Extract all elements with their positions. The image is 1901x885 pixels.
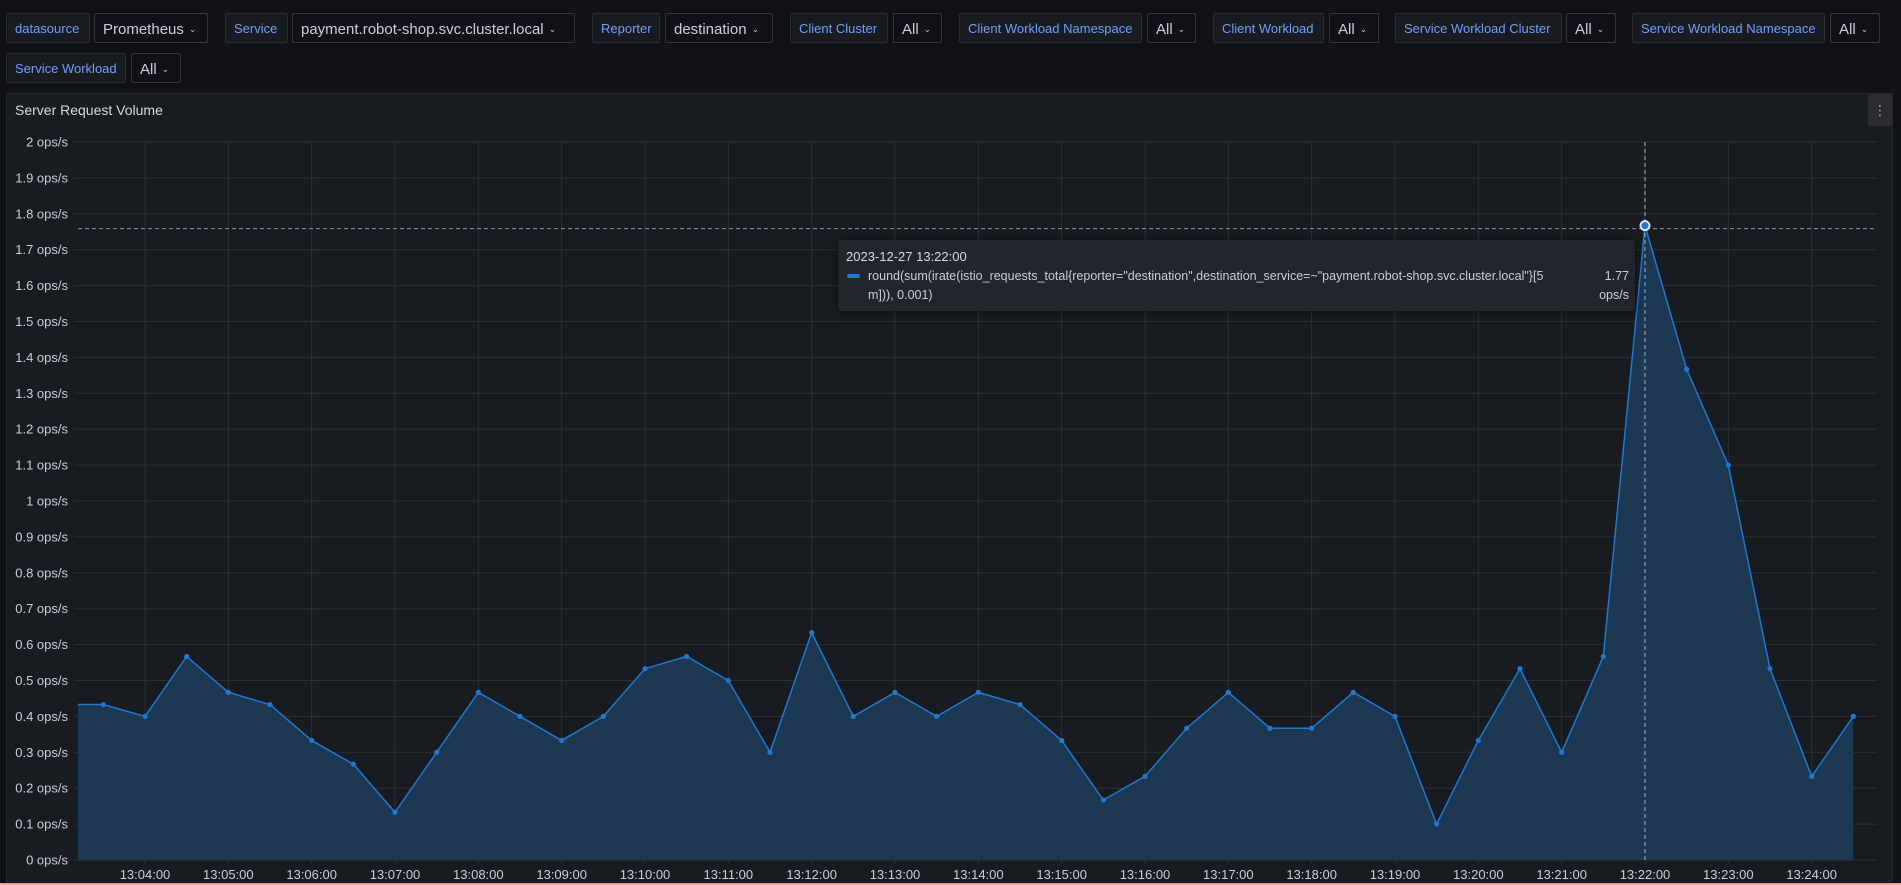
y-tick-label: 1.5 ops/s [15,314,68,329]
y-tick-label: 1.1 ops/s [15,458,68,473]
data-point [850,713,856,720]
y-tick-label: 1.2 ops/s [15,422,68,437]
tooltip-series-name: round(sum(irate(istio_requests_total{rep… [868,269,1544,302]
data-point [1267,725,1273,731]
x-tick-label: 13:04:00 [120,867,171,882]
data-point [1475,737,1481,744]
y-tick-label: 1.9 ops/s [15,170,68,185]
data-point [809,630,815,636]
data-point [1392,713,1398,720]
data-point [1225,689,1231,695]
data-point [1850,713,1856,720]
x-tick-label: 13:17:00 [1203,867,1254,882]
y-tick-label: 0.4 ops/s [15,709,68,724]
x-tick-label: 13:16:00 [1120,867,1171,882]
time-series-chart[interactable]: 0 ops/s 0.1 ops/s 0.2 ops/s 0.3 ops/s 0.4 op… [0,0,1901,885]
x-tick-label: 13:11:00 [704,867,754,882]
y-tick-label: 1.4 ops/s [15,350,68,365]
y-tick-label: 1 ops/s [26,494,68,509]
data-point [350,761,356,767]
data-point [559,737,565,744]
data-point [100,701,106,708]
x-tick-label: 13:15:00 [1036,867,1087,882]
data-point [684,653,690,660]
series-area [78,225,1854,861]
data-point [475,689,481,695]
x-tick-label: 13:05:00 [203,867,254,882]
x-tick-label: 13:14:00 [953,867,1004,882]
data-point [1559,749,1565,755]
data-point [267,701,273,708]
chart-tooltip: 2023-12-27 13:22:00 round(sum(irate(isti… [838,240,1635,311]
y-tick-label: 0.8 ops/s [15,565,68,580]
x-tick-label: 13:10:00 [620,867,671,882]
y-tick-label: 1.8 ops/s [15,206,68,221]
y-tick-label: 2 ops/s [26,135,68,150]
data-point [1350,689,1356,695]
y-axis: 0 ops/s 0.1 ops/s 0.2 ops/s 0.3 ops/s 0.4 op… [15,135,68,868]
x-tick-label: 13:07:00 [370,867,421,882]
data-point [1184,725,1190,731]
data-point [225,689,231,695]
y-tick-label: 0.5 ops/s [15,673,68,688]
x-tick-label: 13:23:00 [1703,867,1754,882]
hover-point [1639,220,1651,232]
data-point [1017,701,1023,708]
tooltip-value-unit: ops/s [1599,288,1629,302]
y-tick-label: 0.2 ops/s [15,781,68,796]
data-point [642,666,648,672]
data-point [725,677,731,684]
y-tick-label: 0.6 ops/s [15,637,68,652]
y-tick-label: 0.1 ops/s [15,817,68,832]
x-tick-label: 13:09:00 [536,867,587,882]
data-point [1309,725,1315,731]
data-point [1142,773,1148,779]
x-tick-label: 13:08:00 [453,867,504,882]
data-point [1684,366,1690,372]
data-point [975,689,981,695]
x-tick-label: 13:18:00 [1286,867,1337,882]
y-tick-label: 1.3 ops/s [15,386,68,401]
series-color-swatch-icon [847,274,860,278]
data-point [767,749,773,755]
data-point [1434,821,1440,827]
data-point [1100,797,1106,803]
data-point [934,713,940,720]
x-tick-label: 13:21:00 [1536,867,1587,882]
data-point [184,653,190,660]
data-point [1600,653,1606,660]
y-tick-label: 0.9 ops/s [15,529,68,544]
series [78,223,1856,861]
data-point [517,713,523,720]
data-point [1809,773,1815,779]
x-tick-label: 13:20:00 [1453,867,1504,882]
data-point [600,713,606,720]
x-axis: 13:04:00 13:05:00 13:06:00 13:07:00 13:08:00… [120,867,1837,882]
x-tick-label: 13:24:00 [1786,867,1837,882]
y-tick-label: 1.7 ops/s [15,242,68,257]
data-point [309,737,315,744]
data-point [1059,737,1065,744]
data-point [1767,666,1773,672]
x-tick-label: 13:12:00 [786,867,837,882]
tooltip-time: 2023-12-27 13:22:00 [846,249,967,264]
y-tick-label: 0.7 ops/s [15,601,68,616]
y-tick-label: 0.3 ops/s [15,745,68,760]
data-point [1517,666,1523,672]
y-tick-label: 0 ops/s [26,853,68,868]
tooltip-value-number: 1.77 [1604,269,1629,283]
data-point [392,809,398,815]
tooltip-value: 1.77 ops/s [1599,267,1629,305]
y-tick-label: 1.6 ops/s [15,278,68,293]
data-point [434,749,440,755]
x-tick-label: 13:06:00 [286,867,337,882]
x-tick-label: 13:13:00 [870,867,921,882]
x-tick-label: 13:22:00 [1620,867,1671,882]
data-point [142,713,148,720]
data-point [892,689,898,695]
x-tick-label: 13:19:00 [1370,867,1421,882]
data-point [1725,462,1731,468]
